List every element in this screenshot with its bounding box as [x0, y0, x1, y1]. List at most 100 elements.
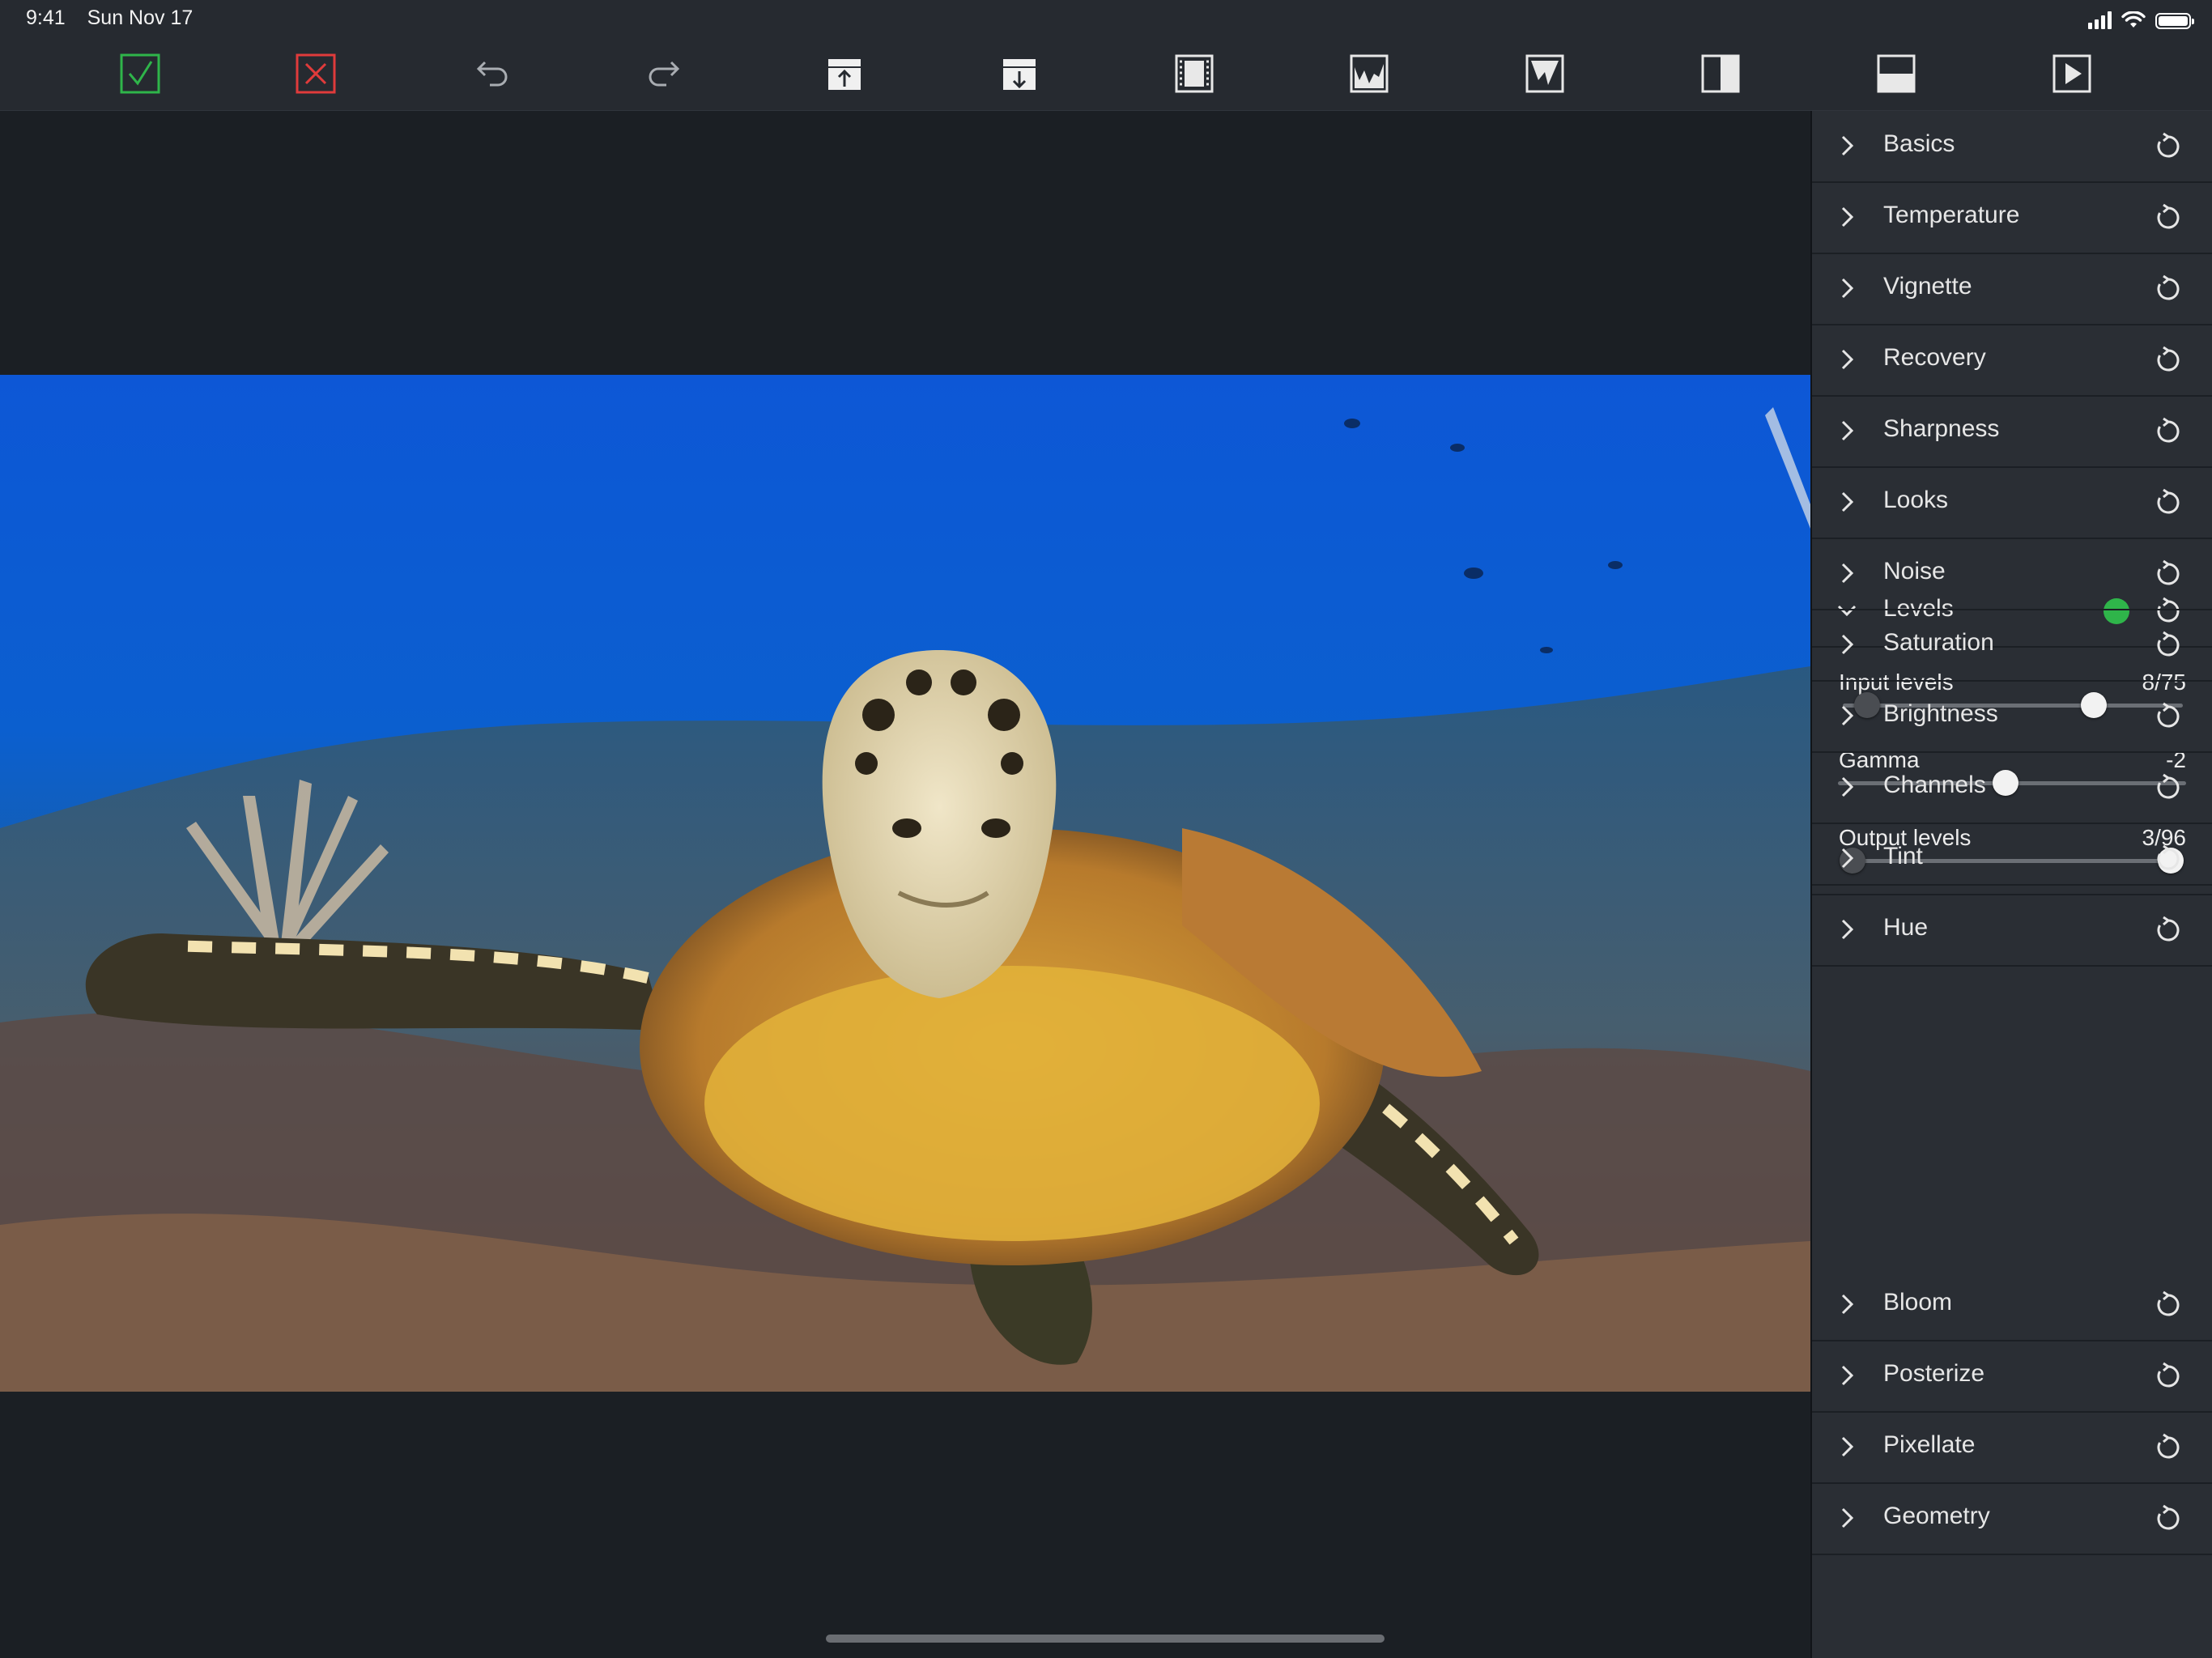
histogram-button[interactable]	[1348, 53, 1390, 95]
reset-icon[interactable]	[2152, 843, 2184, 875]
chevron-right-icon	[1841, 278, 1854, 299]
reset-icon[interactable]	[2152, 772, 2184, 804]
section-label: Sharpness	[1883, 415, 2000, 442]
section-label: Posterize	[1883, 1360, 1985, 1387]
image-canvas[interactable]	[0, 111, 1810, 1658]
home-indicator[interactable]	[826, 1635, 1385, 1643]
chevron-right-icon	[1841, 634, 1854, 655]
filmstrip-button[interactable]	[1173, 53, 1215, 95]
status-clock: 9:41 Sun Nov 17	[26, 6, 209, 30]
chevron-right-icon	[1841, 848, 1854, 869]
play-icon	[2052, 54, 2091, 93]
reset-icon[interactable]	[2152, 700, 2184, 733]
battery-icon	[2155, 13, 2194, 29]
section-label: Temperature	[1883, 202, 2020, 228]
reset-icon[interactable]	[2152, 202, 2184, 234]
section-label: Bloom	[1883, 1289, 1953, 1316]
undo-button[interactable]	[469, 53, 511, 95]
toolbar	[0, 37, 2212, 111]
apply-button[interactable]	[119, 53, 161, 95]
section-geometry[interactable]: Geometry	[1812, 1483, 2212, 1555]
section-label: Geometry	[1883, 1503, 1990, 1529]
chevron-right-icon	[1841, 776, 1854, 797]
reset-icon[interactable]	[2152, 344, 2184, 376]
section-label: Recovery	[1883, 344, 1986, 371]
checkmark-icon	[120, 53, 160, 94]
split-vertical-button[interactable]	[1699, 53, 1742, 95]
cellular-signal-icon	[2088, 10, 2112, 29]
section-noise[interactable]: Noise	[1812, 538, 2212, 610]
status-indicators	[2088, 8, 2194, 29]
waveform-icon	[1525, 54, 1564, 93]
adjustments-panel: Levels Input levels 8/75 Gamma -2 Output…	[1810, 111, 2212, 1658]
close-icon	[296, 53, 336, 94]
section-label: Looks	[1883, 487, 1949, 513]
reset-icon[interactable]	[2152, 629, 2184, 661]
redo-button[interactable]	[645, 53, 687, 95]
chevron-right-icon	[1841, 491, 1854, 512]
section-channels[interactable]: Channels	[1812, 752, 2212, 824]
chevron-right-icon	[1841, 1436, 1854, 1457]
status-bar: 9:41 Sun Nov 17	[0, 0, 2212, 37]
section-posterize[interactable]: Posterize	[1812, 1341, 2212, 1413]
section-temperature[interactable]: Temperature	[1812, 182, 2212, 254]
section-label: Channels	[1883, 772, 1986, 798]
section-looks[interactable]: Looks	[1812, 467, 2212, 539]
chevron-right-icon	[1841, 206, 1854, 227]
section-label: Tint	[1883, 843, 1923, 869]
chevron-right-icon	[1841, 919, 1854, 940]
reset-icon[interactable]	[2152, 273, 2184, 305]
reset-icon[interactable]	[2152, 558, 2184, 590]
section-pixellate[interactable]: Pixellate	[1812, 1412, 2212, 1484]
reset-icon[interactable]	[2152, 487, 2184, 519]
undo-icon	[476, 61, 508, 87]
section-label: Noise	[1883, 558, 1946, 585]
section-hue[interactable]: Hue	[1812, 895, 2212, 967]
section-label: Saturation	[1883, 629, 1994, 656]
section-label: Hue	[1883, 914, 1929, 941]
split-horizontal-button[interactable]	[1875, 53, 1917, 95]
redo-icon	[649, 61, 680, 87]
section-vignette[interactable]: Vignette	[1812, 253, 2212, 325]
split-vertical-icon	[1701, 54, 1740, 93]
chevron-right-icon	[1841, 705, 1854, 726]
split-horizontal-icon	[1877, 54, 1916, 93]
status-date: Sun Nov 17	[87, 6, 194, 29]
section-label: Basics	[1883, 130, 1955, 157]
chevron-right-icon	[1841, 420, 1854, 441]
section-recovery[interactable]: Recovery	[1812, 325, 2212, 397]
reset-icon[interactable]	[2152, 1289, 2184, 1321]
import-button[interactable]	[998, 53, 1040, 95]
section-sharpness[interactable]: Sharpness	[1812, 396, 2212, 468]
section-bloom[interactable]: Bloom	[1812, 1269, 2212, 1341]
reset-icon[interactable]	[2152, 1503, 2184, 1535]
histogram-icon	[1350, 54, 1389, 93]
chevron-right-icon	[1841, 1294, 1854, 1315]
section-basics[interactable]: Basics	[1812, 111, 2212, 183]
section-tint[interactable]: Tint	[1812, 823, 2212, 895]
chevron-right-icon	[1841, 1507, 1854, 1528]
sea-turtle-photo[interactable]	[0, 375, 1810, 1392]
section-label: Pixellate	[1883, 1431, 1976, 1458]
chevron-right-icon	[1841, 563, 1854, 584]
chevron-right-icon	[1841, 1365, 1854, 1386]
cancel-button[interactable]	[295, 53, 337, 95]
section-brightness[interactable]: Brightness	[1812, 681, 2212, 753]
wifi-icon	[2121, 11, 2146, 28]
section-label: Brightness	[1883, 700, 1998, 727]
export-icon	[828, 59, 861, 90]
filmstrip-icon	[1175, 54, 1214, 93]
reset-icon[interactable]	[2152, 415, 2184, 448]
chevron-right-icon	[1841, 135, 1854, 156]
reset-icon[interactable]	[2152, 1360, 2184, 1392]
reset-icon[interactable]	[2152, 914, 2184, 946]
status-time: 9:41	[26, 6, 66, 29]
chevron-right-icon	[1841, 349, 1854, 370]
section-saturation[interactable]: Saturation	[1812, 610, 2212, 682]
waveform-button[interactable]	[1524, 53, 1566, 95]
export-button[interactable]	[823, 53, 866, 95]
section-label: Vignette	[1883, 273, 1972, 300]
preview-button[interactable]	[2051, 53, 2093, 95]
reset-icon[interactable]	[2152, 1431, 2184, 1464]
reset-icon[interactable]	[2152, 130, 2184, 163]
